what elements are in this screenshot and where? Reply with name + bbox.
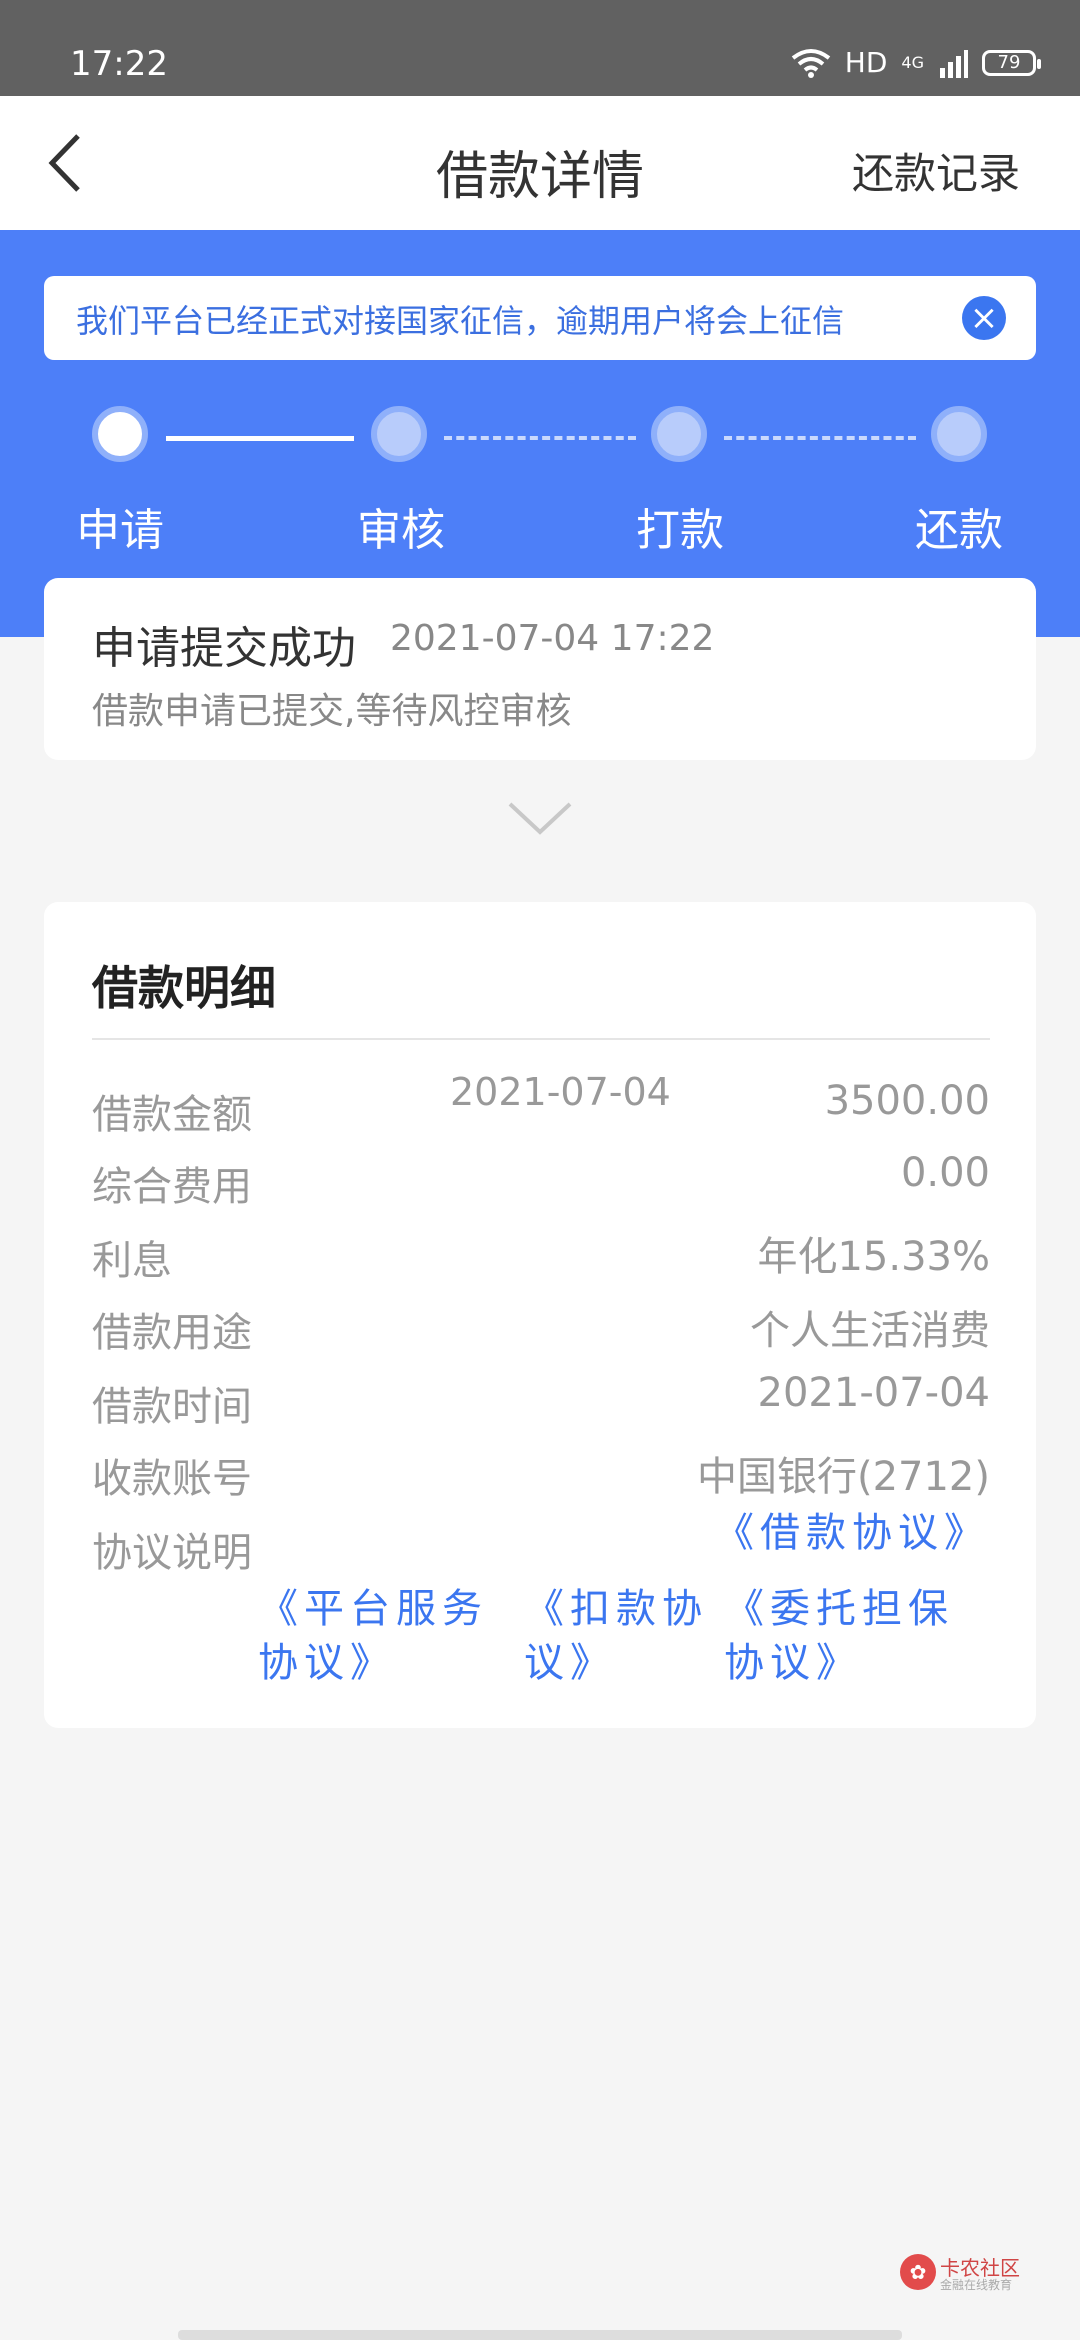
status-time-stamp: 2021-07-04 17:22 xyxy=(390,618,715,659)
platform-agreement-line2: 协议》 xyxy=(258,1640,396,1686)
notice-banner: 我们平台已经正式对接国家征信，逾期用户将会上征信 × xyxy=(44,276,1036,360)
progress-header: 我们平台已经正式对接国家征信，逾期用户将会上征信 × 申请 审核 打款 还款 xyxy=(0,230,1080,637)
status-bar: 17:22 HD 4G 79 xyxy=(0,0,1080,96)
row-label-interest: 利息 xyxy=(92,1238,172,1284)
step-label-repay: 还款 xyxy=(915,505,1003,556)
step-line xyxy=(724,436,916,440)
loan-date: 2021-07-04 xyxy=(450,1070,671,1114)
row-label-time: 借款时间 xyxy=(92,1384,252,1430)
step-dot-apply xyxy=(92,406,148,462)
step-label-payout: 打款 xyxy=(636,505,724,556)
row-label-account: 收款账号 xyxy=(92,1456,252,1502)
platform-agreement-line1: 《平台服务 xyxy=(258,1586,488,1632)
signal-label: 4G xyxy=(901,53,924,72)
row-value-time: 2021-07-04 xyxy=(757,1370,990,1416)
platform-agreement-link[interactable]: 《平台服务 协议》 xyxy=(258,1582,488,1690)
status-title: 申请提交成功 xyxy=(92,623,356,674)
loan-detail-card: 借款明细 2021-07-04 借款金额 3500.00 综合费用 0.00 利… xyxy=(44,902,1036,1728)
notice-text: 我们平台已经正式对接国家征信，逾期用户将会上征信 xyxy=(76,302,845,340)
wifi-icon xyxy=(791,48,831,78)
step-dot-repay xyxy=(931,406,987,462)
row-value-amount: 3500.00 xyxy=(824,1078,990,1124)
gesture-bar xyxy=(178,2330,902,2340)
watermark-subtitle: 金融在线教育 xyxy=(940,2278,1013,2292)
watermark: ✿ 卡农社区 金融在线教育 xyxy=(900,2252,1030,2296)
battery-icon: 79 xyxy=(982,49,1041,76)
step-dot-review xyxy=(371,406,427,462)
step-dot-payout xyxy=(651,406,707,462)
row-value-account: 中国银行(2712) xyxy=(696,1454,990,1500)
loan-detail-title: 借款明细 xyxy=(92,961,276,1015)
guarantee-agreement-line2: 协议》 xyxy=(724,1640,862,1686)
row-value-fee: 0.00 xyxy=(900,1150,990,1196)
repayment-record-link[interactable]: 还款记录 xyxy=(852,140,1020,201)
network-type: HD xyxy=(844,46,888,79)
row-label-agreement: 协议说明 xyxy=(92,1530,252,1576)
step-line xyxy=(166,436,354,441)
nav-bar: 借款详情 还款记录 xyxy=(0,96,1080,230)
status-icons: HD 4G 79 xyxy=(791,46,1041,79)
status-card: 申请提交成功 2021-07-04 17:22 借款申请已提交,等待风控审核 xyxy=(44,578,1036,760)
watermark-logo-icon: ✿ xyxy=(900,2254,936,2290)
close-icon[interactable]: × xyxy=(962,296,1006,340)
signal-icon xyxy=(940,49,968,78)
row-value-purpose: 个人生活消费 xyxy=(750,1308,990,1354)
chevron-down-icon[interactable] xyxy=(506,796,574,840)
deduction-agreement-line2: 议》 xyxy=(524,1640,616,1686)
guarantee-agreement-link[interactable]: 《委托担保 协议》 xyxy=(724,1582,954,1690)
divider xyxy=(92,1038,990,1040)
deduction-agreement-link[interactable]: 《扣款协 议》 xyxy=(524,1582,708,1690)
status-description: 借款申请已提交,等待风控审核 xyxy=(92,691,572,732)
step-label-review: 审核 xyxy=(357,505,445,556)
row-label-fee: 综合费用 xyxy=(92,1164,252,1210)
row-label-amount: 借款金额 xyxy=(92,1092,252,1138)
loan-agreement-link[interactable]: 《借款协议》 xyxy=(714,1506,990,1560)
deduction-agreement-line1: 《扣款协 xyxy=(524,1586,708,1632)
row-value-interest: 年化15.33% xyxy=(757,1234,990,1280)
row-label-purpose: 借款用途 xyxy=(92,1310,252,1356)
step-line xyxy=(444,436,636,440)
step-label-apply: 申请 xyxy=(76,505,164,556)
status-time: 17:22 xyxy=(70,44,168,84)
guarantee-agreement-line1: 《委托担保 xyxy=(724,1586,954,1632)
